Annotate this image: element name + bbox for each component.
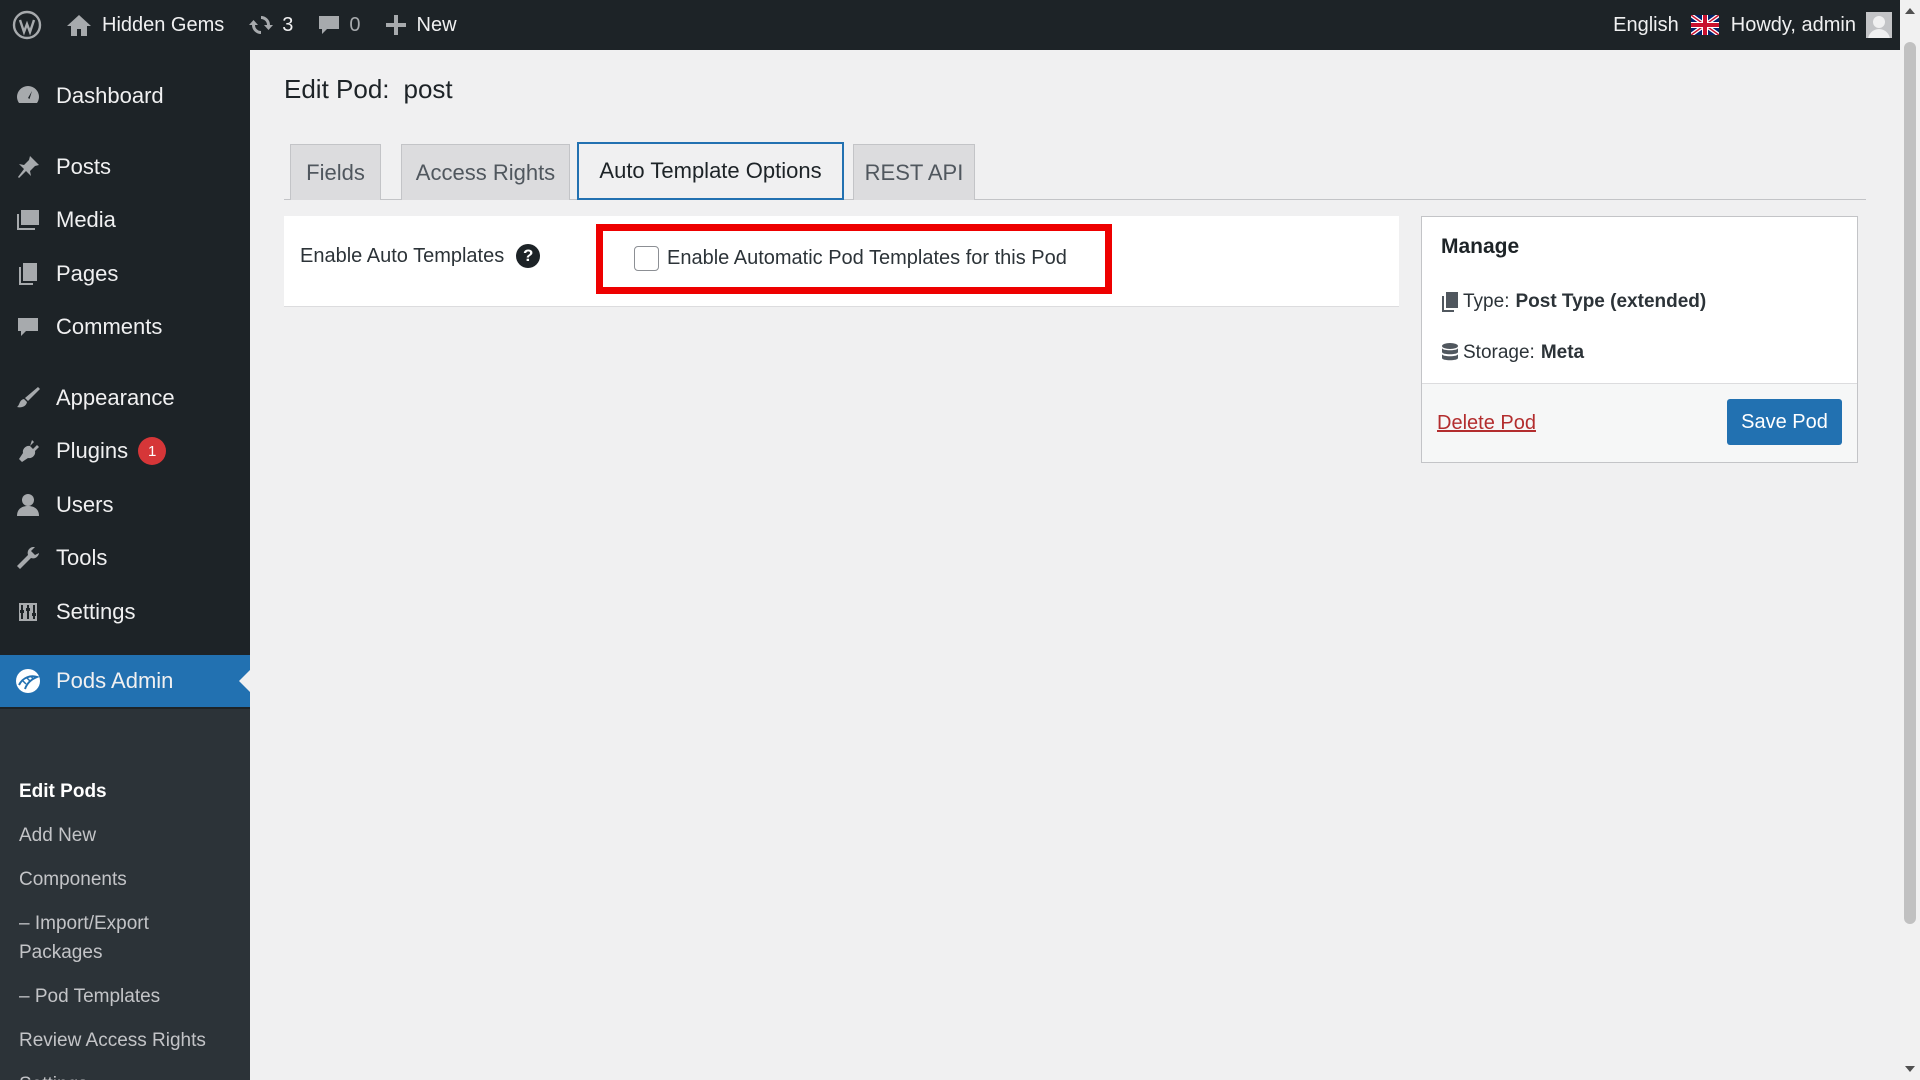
user-icon xyxy=(14,491,42,519)
main-content: Edit Pod: post Fields Access Rights Auto Te… xyxy=(250,50,1900,1080)
pod-name: post xyxy=(403,74,453,104)
scroll-up-arrow-icon[interactable] xyxy=(1905,8,1915,14)
comments-count: 0 xyxy=(349,13,361,36)
sidebar-item-label: Plugins xyxy=(56,438,129,463)
sidebar-item-label: Settings xyxy=(56,599,136,624)
enable-auto-templates-checkbox[interactable] xyxy=(634,246,659,271)
sidebar-item-label: Dashboard xyxy=(56,83,164,108)
brush-icon xyxy=(14,384,42,412)
sidebar-item-label: Appearance xyxy=(56,385,175,410)
manage-box: Manage Type: Post Type (extended) Storag… xyxy=(1421,216,1858,463)
page-title-label: Edit Pod: xyxy=(284,74,390,104)
settings-icon xyxy=(14,598,42,626)
type-value: Post Type (extended) xyxy=(1515,291,1707,312)
auto-template-settings-panel: Enable Auto Templates ? Enable Automatic… xyxy=(284,216,1399,307)
sidebar-item-dashboard[interactable]: Dashboard xyxy=(0,76,250,116)
sidebar-item-label: Pods Admin xyxy=(56,668,174,693)
sidebar-item-label: Media xyxy=(56,207,116,232)
submenu-add-new[interactable]: Add New xyxy=(19,821,239,850)
save-pod-button[interactable]: Save Pod xyxy=(1727,399,1842,445)
plus-icon xyxy=(385,15,406,35)
enable-auto-templates-label: Enable Auto Templates ? xyxy=(300,244,541,268)
tab-rest-api[interactable]: REST API xyxy=(853,144,975,200)
site-name: Hidden Gems xyxy=(102,13,225,36)
submenu-components[interactable]: Components xyxy=(19,865,239,894)
updates-count: 3 xyxy=(282,13,294,36)
updates-icon xyxy=(249,16,274,34)
copy-pages-icon xyxy=(1442,292,1458,312)
enable-auto-templates-option[interactable]: Enable Automatic Pod Templates for this … xyxy=(634,246,1067,271)
help-icon[interactable]: ? xyxy=(516,244,541,268)
pin-icon xyxy=(14,153,42,181)
manage-title: Manage xyxy=(1441,235,1520,258)
submenu-pod-templates[interactable]: – Pod Templates xyxy=(19,982,239,1011)
submenu-review-access-rights[interactable]: Review Access Rights xyxy=(19,1026,239,1055)
tab-bar: Fields Access Rights Auto Template Options… xyxy=(284,142,1866,200)
manage-actions: Delete Pod Save Pod xyxy=(1422,383,1857,462)
sidebar-item-comments[interactable]: Comments xyxy=(0,307,250,347)
tab-auto-template-options[interactable]: Auto Template Options xyxy=(577,142,844,200)
pods-admin-submenu: Edit Pods Add New Components – Import/Ex… xyxy=(0,709,250,1080)
sidebar-item-media[interactable]: Media xyxy=(0,200,250,240)
sidebar-item-posts[interactable]: Posts xyxy=(0,147,250,187)
tab-access-rights[interactable]: Access Rights xyxy=(401,144,570,200)
wrench-icon xyxy=(14,544,42,572)
sidebar-item-label: Tools xyxy=(56,545,108,570)
sidebar-item-pages[interactable]: Pages xyxy=(0,254,250,294)
enable-auto-templates-text: Enable Auto Templates xyxy=(300,244,505,267)
plugin-icon xyxy=(14,437,42,465)
checkbox-label: Enable Automatic Pod Templates for this … xyxy=(667,247,1067,269)
pod-type-row: Type: Post Type (extended) xyxy=(1441,291,1706,313)
sidebar-item-label: Comments xyxy=(56,314,163,339)
storage-value: Meta xyxy=(1540,342,1585,363)
language-switcher[interactable]: English xyxy=(1601,0,1691,50)
sidebar-item-appearance[interactable]: Appearance xyxy=(0,378,250,418)
comment-icon xyxy=(14,313,42,341)
howdy-user-menu[interactable]: Howdy, admin xyxy=(1731,14,1856,37)
database-icon xyxy=(1442,343,1458,361)
media-icon xyxy=(14,206,42,234)
scroll-thumb[interactable] xyxy=(1904,42,1916,924)
comment-bubble-icon xyxy=(319,16,340,34)
pods-icon xyxy=(14,667,42,695)
sidebar-item-plugins[interactable]: Plugins 1 xyxy=(0,431,250,471)
type-label: Type: xyxy=(1463,291,1510,312)
new-content-link[interactable]: New xyxy=(373,0,469,50)
sidebar-item-tools[interactable]: Tools xyxy=(0,538,250,578)
highlight-box: Enable Automatic Pod Templates for this … xyxy=(596,224,1112,294)
site-name-link[interactable]: Hidden Gems xyxy=(54,0,236,50)
sidebar-item-label: Users xyxy=(56,492,114,517)
wordpress-logo-button[interactable] xyxy=(0,0,54,50)
storage-label: Storage: xyxy=(1463,342,1535,363)
sidebar-item-settings[interactable]: Settings xyxy=(0,592,250,632)
page-scrollbar[interactable] xyxy=(1900,0,1920,1080)
pages-icon xyxy=(14,260,42,288)
sidebar-item-label: Posts xyxy=(56,154,112,179)
sidebar-item-label: Pages xyxy=(56,261,119,286)
admin-bar: Hidden Gems 3 0 New English Howdy, admin xyxy=(0,0,1920,50)
sidebar-item-users[interactable]: Users xyxy=(0,485,250,525)
wordpress-logo-icon xyxy=(12,10,42,40)
submenu-settings[interactable]: Settings xyxy=(19,1070,239,1080)
plugins-update-badge: 1 xyxy=(138,437,167,465)
dashboard-icon xyxy=(14,82,42,110)
pod-storage-row: Storage: Meta xyxy=(1441,342,1584,364)
updates-link[interactable]: 3 xyxy=(236,0,305,50)
submenu-import-export[interactable]: – Import/Export Packages xyxy=(19,909,179,967)
delete-pod-link[interactable]: Delete Pod xyxy=(1437,412,1536,435)
uk-flag-icon xyxy=(1690,15,1719,35)
admin-sidebar: Dashboard Posts Media Pages Comments App… xyxy=(0,50,250,1080)
comments-link[interactable]: 0 xyxy=(305,0,372,50)
page-title: Edit Pod: post xyxy=(284,74,453,105)
scroll-down-arrow-icon[interactable] xyxy=(1905,1066,1915,1072)
avatar[interactable] xyxy=(1866,12,1892,38)
sidebar-item-pods-admin[interactable]: Pods Admin xyxy=(0,655,250,707)
new-label: New xyxy=(416,13,457,36)
home-icon xyxy=(67,15,91,36)
tab-fields[interactable]: Fields xyxy=(290,144,381,200)
submenu-edit-pods[interactable]: Edit Pods xyxy=(19,777,239,806)
